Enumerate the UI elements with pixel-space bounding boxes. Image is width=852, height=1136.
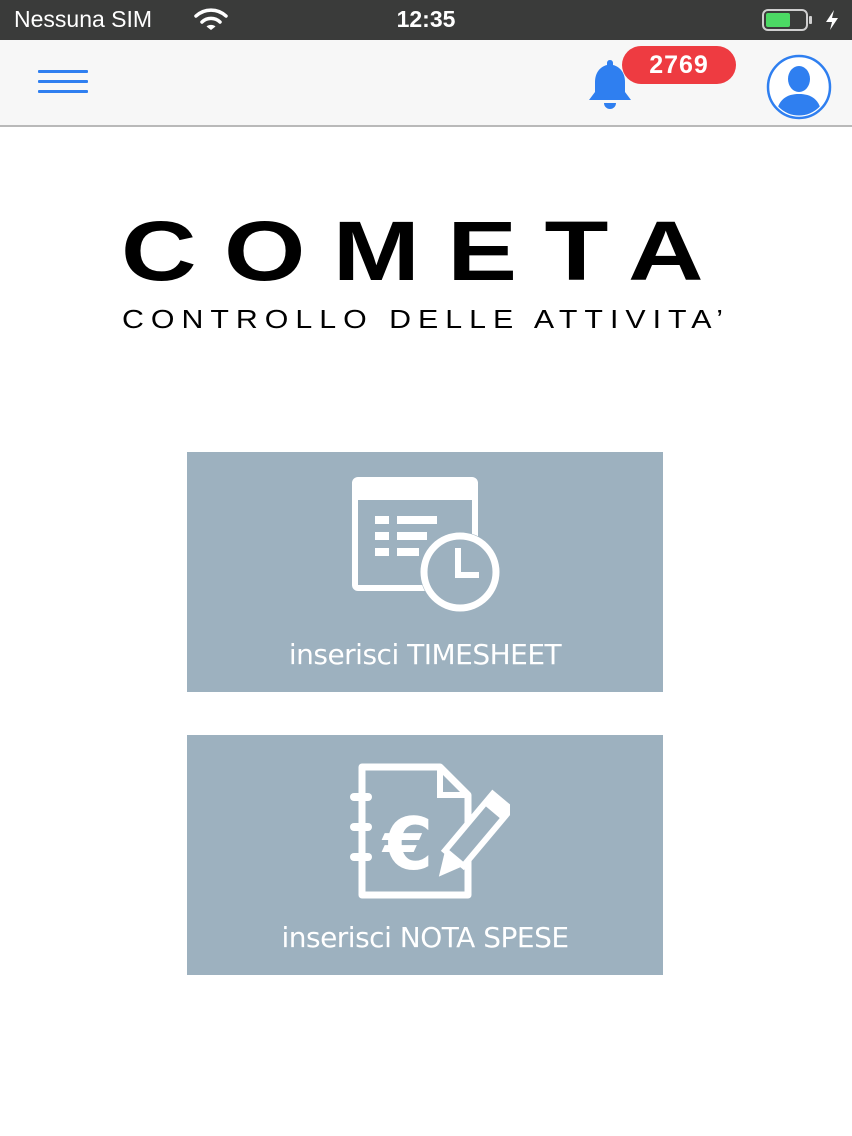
notification-badge[interactable]: 2769 — [622, 46, 736, 84]
timesheet-label: inserisci TIMESHEET — [288, 638, 562, 671]
user-avatar-icon[interactable] — [766, 54, 832, 120]
top-navbar: 2769 — [0, 40, 852, 127]
svg-text:€: € — [381, 802, 433, 886]
insert-timesheet-button[interactable]: inserisci TIMESHEET — [187, 452, 663, 692]
hamburger-menu-icon[interactable] — [38, 68, 90, 96]
brand-name: COMETA — [121, 204, 731, 298]
insert-expense-report-button[interactable]: € inserisci NOTA SPESE — [187, 735, 663, 975]
brand-logo: COMETA CONTROLLO DELLE ATTIVITA’ — [0, 190, 852, 340]
battery-icon — [762, 9, 812, 31]
euro-notebook-pencil-icon: € — [350, 763, 510, 899]
calendar-clock-icon — [352, 477, 500, 612]
brand-wordmark: COMETA CONTROLLO DELLE ATTIVITA’ — [121, 204, 731, 334]
status-bar: Nessuna SIM 12:35 — [0, 0, 852, 40]
expense-report-label: inserisci NOTA SPESE — [281, 921, 569, 954]
clock: 12:35 — [396, 6, 456, 32]
charging-bolt-icon — [826, 10, 838, 30]
brand-tagline: CONTROLLO DELLE ATTIVITA’ — [122, 304, 730, 334]
